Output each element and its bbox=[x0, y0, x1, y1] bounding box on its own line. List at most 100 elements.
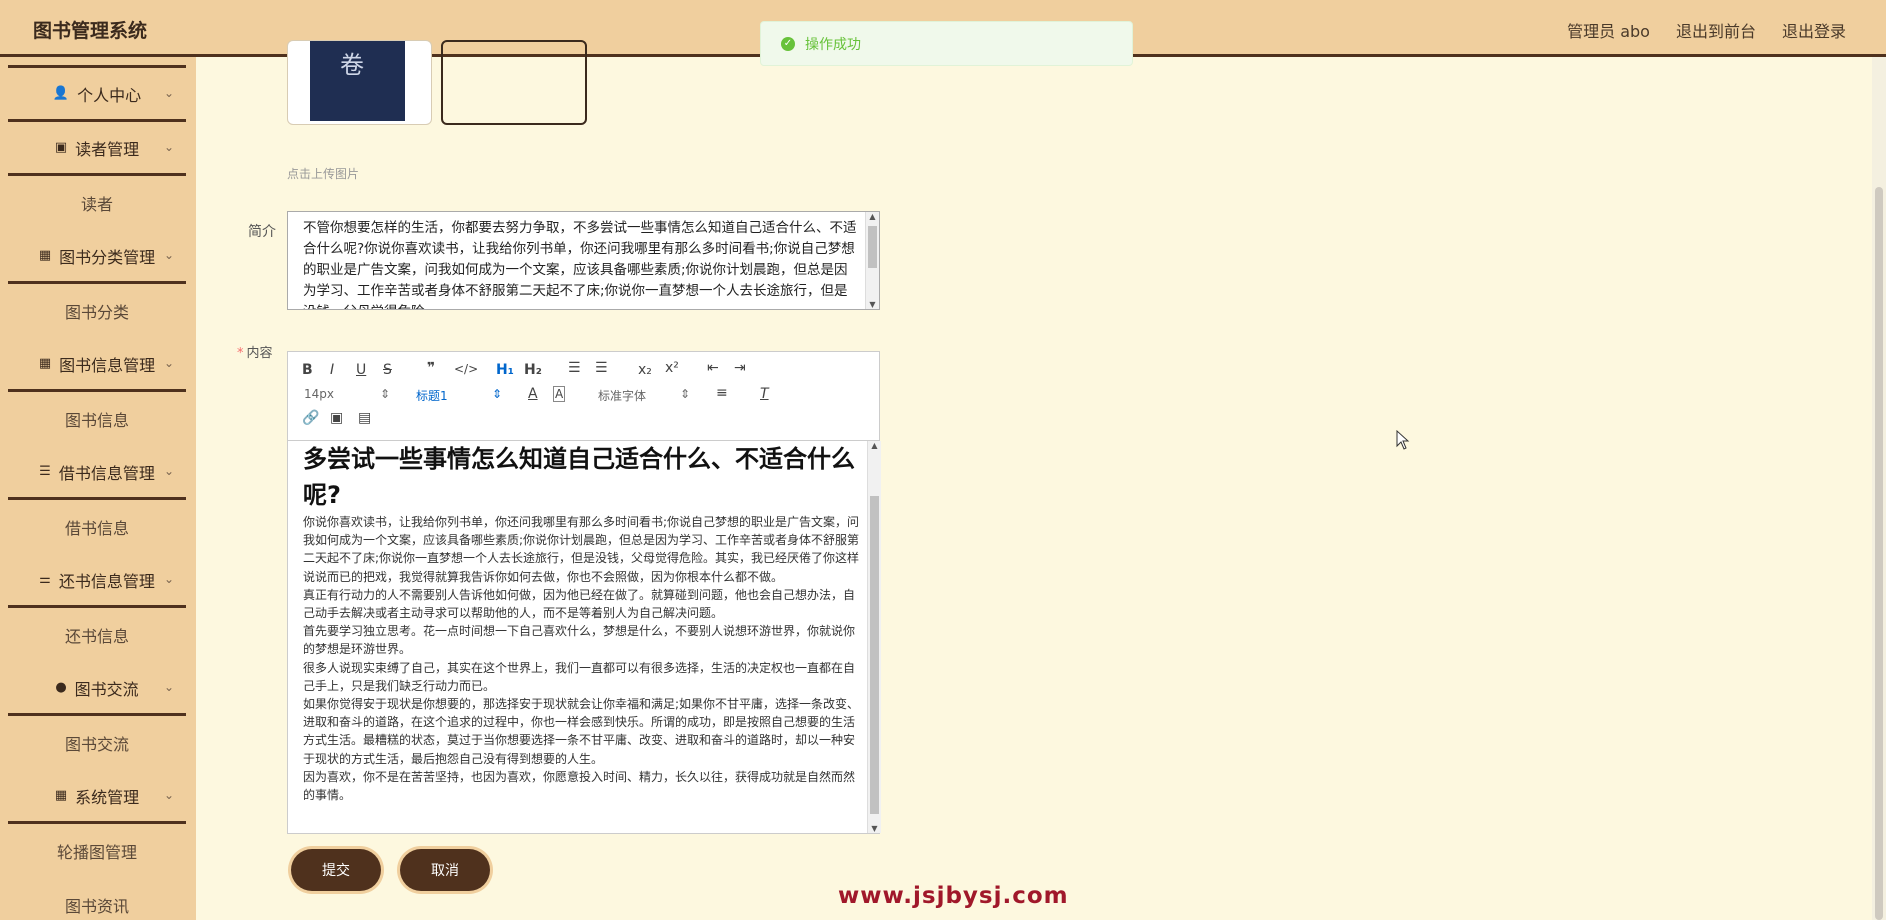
sidebar-group[interactable]: ● 图书交流 ⌄ bbox=[8, 662, 186, 716]
upload-tip: 点击上传图片 bbox=[287, 167, 360, 181]
content-paragraph: 你说你喜欢读书，让我给你列书单，你还问我哪里有那么多时间看书;你说自己梦想的职业… bbox=[303, 515, 860, 584]
user-icon: 👤 bbox=[52, 86, 70, 101]
heading-select[interactable]: 标题1 ⇕ bbox=[416, 387, 502, 404]
sidebar-group-label: 图书分类管理 bbox=[59, 247, 156, 267]
content-paragraph: 如果你觉得安于现状是你想要的，那选择安于现状就会让你幸福和满足;如果你不甘平庸，… bbox=[303, 697, 860, 766]
submit-button[interactable]: 提交 bbox=[291, 849, 381, 891]
grid-icon: ▦ bbox=[38, 248, 52, 263]
italic-icon[interactable]: I bbox=[330, 362, 334, 378]
intro-text: 不管你想要怎样的生活，你都要去努力争取，不多尝试一些事情怎么知道自己适合什么、不… bbox=[303, 220, 857, 309]
grid-icon: ▦ bbox=[54, 788, 68, 803]
intro-label: 简介 bbox=[248, 224, 276, 240]
page-scrollbar[interactable] bbox=[1872, 57, 1886, 920]
editor-scrollbar[interactable]: ▲ ▼ bbox=[867, 441, 881, 833]
sidebar-subitem[interactable]: 图书资讯 bbox=[8, 878, 186, 920]
sidebar-subitem[interactable]: 轮播图管理 bbox=[8, 824, 186, 878]
image-icon[interactable]: ▣ bbox=[330, 410, 343, 426]
heading-chevron-icon: ⇕ bbox=[492, 387, 503, 401]
clear-format-icon[interactable]: T bbox=[760, 386, 769, 402]
chevron-down-icon: ⌄ bbox=[163, 248, 174, 262]
scroll-up-icon[interactable]: ▲ bbox=[866, 212, 879, 221]
sidebar-subitem[interactable]: 借书信息 bbox=[8, 500, 186, 554]
sidebar-group-label: 个人中心 bbox=[77, 85, 142, 105]
font-family-select[interactable]: 标准字体 ⇕ bbox=[598, 387, 690, 404]
strike-icon[interactable]: S bbox=[383, 362, 392, 378]
sidebar-group-label: 图书交流 bbox=[74, 679, 139, 699]
bullet-list-icon[interactable]: ☰ bbox=[595, 360, 608, 376]
cancel-button[interactable]: 取消 bbox=[400, 849, 490, 891]
underline-icon[interactable]: U bbox=[356, 362, 366, 378]
code-block-icon[interactable]: </> bbox=[454, 362, 478, 376]
intro-scrollbar[interactable]: ▲ ▼ bbox=[865, 212, 879, 309]
upload-image-box[interactable] bbox=[441, 40, 587, 125]
link-icon[interactable]: 🔗 bbox=[302, 410, 319, 426]
sidebar-group[interactable]: ▣ 读者管理 ⌄ bbox=[8, 122, 186, 176]
heading1-icon[interactable]: H₁ bbox=[496, 362, 514, 378]
logout-link[interactable]: 退出登录 bbox=[1782, 18, 1846, 42]
list-icon: ☰ bbox=[39, 464, 51, 479]
bold-icon[interactable]: B bbox=[302, 362, 313, 378]
content-body: 你说你喜欢读书，让我给你列书单，你还问我哪里有那么多时间看书;你说自己梦想的职业… bbox=[303, 513, 863, 804]
editor-scroll-thumb[interactable] bbox=[870, 496, 879, 814]
font-color-icon[interactable]: A bbox=[528, 386, 538, 402]
watermark: www.jsjbysj.com bbox=[838, 883, 1069, 909]
sidebar: 👤 个人中心 ⌄ ▣ 读者管理 ⌄ 读者 ▦ 图书分类管理 ⌄ 图书分类 ▦ 图书信息管理 ⌄ 图书信息 ☰ 借… bbox=[0, 57, 196, 920]
scroll-down-icon[interactable]: ▼ bbox=[866, 300, 879, 309]
sidebar-group-label: 图书信息管理 bbox=[59, 355, 156, 375]
mouse-cursor-icon bbox=[1396, 430, 1410, 450]
font-family-chevron-icon: ⇕ bbox=[680, 387, 691, 401]
content-heading: 多尝试一些事情怎么知道自己适合什么、不适合什么呢? bbox=[303, 445, 855, 509]
admin-user-label[interactable]: 管理员 abo bbox=[1567, 18, 1650, 42]
sidebar-subitem[interactable]: 还书信息 bbox=[8, 608, 186, 662]
intro-textarea[interactable]: 不管你想要怎样的生活，你都要去努力争取，不多尝试一些事情怎么知道自己适合什么、不… bbox=[287, 211, 880, 310]
indent-icon[interactable]: ⇥ bbox=[734, 360, 746, 376]
ordered-list-icon[interactable]: ☰ bbox=[568, 360, 581, 376]
chevron-down-icon: ⌄ bbox=[163, 788, 174, 802]
font-size-select[interactable]: 14px ⇕ bbox=[304, 387, 390, 401]
blockquote-icon[interactable]: ❞ bbox=[427, 360, 435, 376]
sidebar-group-label: 还书信息管理 bbox=[58, 571, 155, 591]
bg-color-icon[interactable]: A bbox=[553, 386, 566, 402]
sliders-icon: ⚌ bbox=[39, 572, 51, 587]
sidebar-group[interactable]: ▦ 图书信息管理 ⌄ bbox=[8, 338, 186, 392]
editor-content[interactable]: 多尝试一些事情怎么知道自己适合什么、不适合什么呢? 你说你喜欢读书，让我给你列书… bbox=[288, 441, 881, 833]
editor-toolbar: B I U S ❞ </> H₁ H₂ ☰ ☰ x₂ x² ⇤ ⇥ 14px ⇕ … bbox=[288, 352, 879, 441]
heading2-icon[interactable]: H₂ bbox=[524, 362, 542, 378]
back-to-front-link[interactable]: 退出到前台 bbox=[1676, 18, 1756, 42]
sidebar-group[interactable]: 👤 个人中心 ⌄ bbox=[8, 68, 186, 122]
book-cover-image: 卷 bbox=[310, 41, 405, 121]
header-actions: 管理员 abo 退出到前台 退出登录 bbox=[1567, 18, 1846, 42]
font-size-chevron-icon: ⇕ bbox=[380, 387, 391, 401]
sidebar-group[interactable]: ☰ 借书信息管理 ⌄ bbox=[8, 446, 186, 500]
content-paragraph: 因为喜欢，你不是在苦苦坚持，也因为喜欢，你愿意投入时间、精力，长久以往，获得成功… bbox=[303, 769, 856, 803]
sidebar-subitem[interactable]: 读者 bbox=[8, 176, 186, 230]
bulb-icon: ● bbox=[55, 680, 67, 695]
page-scroll-thumb[interactable] bbox=[1875, 187, 1883, 920]
chevron-down-icon: ⌄ bbox=[163, 86, 174, 100]
sidebar-group[interactable]: ⚌ 还书信息管理 ⌄ bbox=[8, 554, 186, 608]
sidebar-group-label: 系统管理 bbox=[75, 787, 140, 807]
uploaded-book-cover[interactable]: 卷 bbox=[287, 40, 432, 125]
content-paragraph: 首先要学习独立思考。花一点时间想一下自己喜欢什么，梦想是什么，不要别人说想环游世… bbox=[303, 624, 856, 657]
subscript-icon[interactable]: x₂ bbox=[638, 362, 652, 378]
rich-text-editor: B I U S ❞ </> H₁ H₂ ☰ ☰ x₂ x² ⇤ ⇥ 14px ⇕ … bbox=[287, 351, 881, 834]
sidebar-top-divider bbox=[8, 57, 186, 68]
success-toast: ✓ 操作成功 bbox=[760, 21, 1133, 66]
superscript-icon[interactable]: x² bbox=[665, 360, 679, 376]
align-icon[interactable]: ≡ bbox=[716, 385, 728, 401]
sidebar-subitem[interactable]: 图书交流 bbox=[8, 716, 186, 770]
chevron-down-icon: ⌄ bbox=[163, 140, 174, 154]
sidebar-group[interactable]: ▦ 系统管理 ⌄ bbox=[8, 770, 186, 824]
editor-scroll-up-icon[interactable]: ▲ bbox=[868, 441, 881, 450]
content-paragraph: 真正有行动力的人不需要别人告诉他如何做，因为他已经在做了。就算碰到问题，他也会自… bbox=[303, 587, 856, 621]
intro-scroll-thumb[interactable] bbox=[868, 226, 877, 268]
editor-scroll-down-icon[interactable]: ▼ bbox=[868, 824, 881, 833]
sidebar-group-label: 借书信息管理 bbox=[58, 463, 155, 483]
sidebar-group[interactable]: ▦ 图书分类管理 ⌄ bbox=[8, 230, 186, 284]
video-icon[interactable]: ▤ bbox=[358, 410, 371, 426]
sidebar-subitem[interactable]: 图书分类 bbox=[8, 284, 186, 338]
sidebar-subitem[interactable]: 图书信息 bbox=[8, 392, 186, 446]
clipboard-icon: ▣ bbox=[54, 140, 68, 155]
app-title: 图书管理系统 bbox=[33, 20, 148, 42]
outdent-icon[interactable]: ⇤ bbox=[707, 360, 719, 376]
